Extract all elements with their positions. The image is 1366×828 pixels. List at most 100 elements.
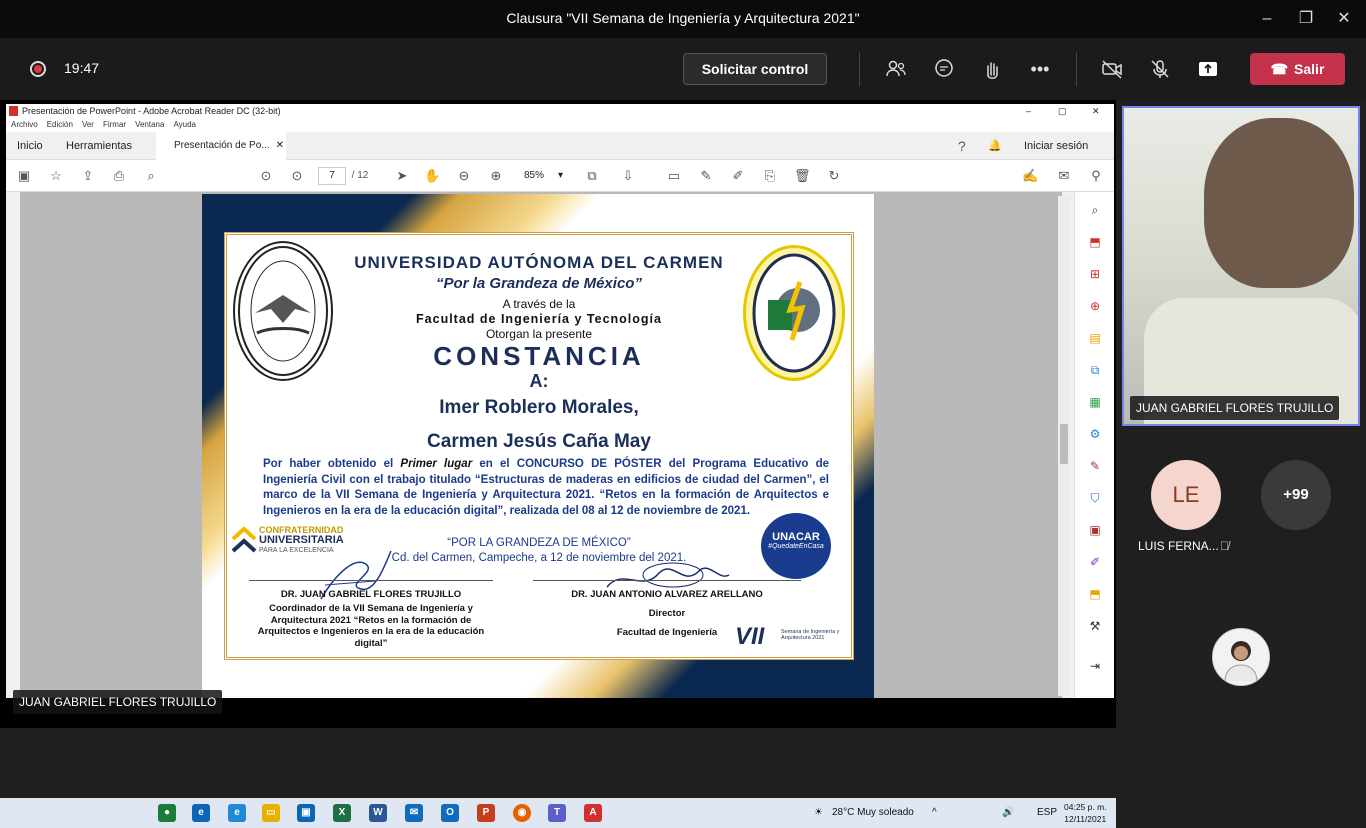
prepare-form-icon[interactable]: ✐ [1087,554,1103,570]
self-view-avatar[interactable] [1212,628,1270,686]
menu-archivo[interactable]: Archivo [11,120,38,129]
participants-icon[interactable] [884,58,908,82]
collapse-pane-icon[interactable]: ⇥ [1087,658,1103,674]
taskbar-firefox-icon[interactable]: ◉ [513,804,531,822]
bell-icon[interactable]: 🔔 [988,132,1002,160]
menu-firmar[interactable]: Firmar [103,120,126,129]
prev-page-icon[interactable]: ⊙ [258,168,274,184]
send-comments-icon[interactable]: ⬒ [1087,586,1103,602]
signature-line-1 [249,580,493,581]
draw-icon[interactable]: ✐ [730,168,746,184]
page-number-input[interactable]: 7 [318,167,346,185]
comment-pane-icon[interactable]: ▤ [1087,330,1103,346]
search-icon[interactable]: ⌕ [1087,202,1103,218]
taskbar-acrobat-icon[interactable]: A [584,804,602,822]
fill-sign-icon[interactable]: ✎ [1087,458,1103,474]
camera-off-icon[interactable] [1100,58,1124,82]
chevron-logo-icon [231,526,257,553]
create-pdf-icon[interactable]: ⊞ [1087,266,1103,282]
taskbar-edge-icon[interactable]: e [192,804,210,822]
request-control-button[interactable]: Solicitar control [683,53,827,85]
tab-herramientas[interactable]: Herramientas [66,132,132,160]
language-indicator[interactable]: ESP [1037,798,1057,828]
taskbar-word-icon[interactable]: W [369,804,387,822]
delete-icon[interactable]: 🗑 [794,168,811,184]
edit-pdf-icon[interactable]: ⊕ [1087,298,1103,314]
raise-hand-icon[interactable] [980,58,1004,82]
taskbar-powerpoint-icon[interactable]: P [477,804,495,822]
protect-icon[interactable]: ⛉ [1087,490,1103,506]
taskbar-app-icon[interactable]: ● [158,804,176,822]
signin-link[interactable]: Iniciar sesión [1024,132,1088,160]
zoom-select[interactable]: 85% ▾ [514,167,563,185]
stamp-icon[interactable]: ⎘ [762,168,778,184]
tray-expand-icon[interactable]: ^ [932,798,937,828]
meeting-title: Clausura "VII Semana de Ingeniería y Arq… [506,10,860,26]
scrollbar-thumb[interactable] [1060,424,1068,464]
fit-page-icon[interactable]: ⧉ [584,168,600,184]
weather-text[interactable]: 28°C Muy soleado [832,798,914,828]
maximize-icon[interactable]: ❐ [1295,8,1317,30]
acrobat-minimize-icon[interactable]: – [1026,104,1031,118]
zoom-in-icon[interactable]: ⊕ [488,168,504,184]
help-icon[interactable]: ? [958,132,966,160]
taskbar-mail-icon[interactable]: ✉ [405,804,423,822]
chat-icon[interactable] [932,58,956,82]
through-text: A través de la [502,297,576,311]
menu-ayuda[interactable]: Ayuda [173,120,196,129]
redact-icon[interactable]: ▣ [1087,522,1103,538]
combine-icon[interactable]: ⧉ [1087,362,1103,378]
tab-inicio[interactable]: Inicio [17,132,43,160]
highlight-icon[interactable]: ✎ [698,168,714,184]
close-icon[interactable]: ✕ [1333,8,1355,30]
certificate-text: Por haber obtenido el Primer lugar en el… [263,457,829,519]
document-scrollbar[interactable] [1058,196,1070,696]
menu-ventana[interactable]: Ventana [135,120,164,129]
leave-button[interactable]: ☎ Salir [1250,53,1345,85]
taskbar-ie-icon[interactable]: e [228,804,246,822]
next-page-icon[interactable]: ⊙ [289,168,305,184]
volume-icon[interactable]: 🔊 [1002,798,1014,828]
email-icon[interactable]: ✉ [1056,168,1072,184]
tab-close-icon[interactable]: ✕ [276,140,284,151]
taskbar-explorer-icon[interactable]: ▭ [262,804,280,822]
print-icon[interactable]: ⎙ [111,168,127,184]
menu-ver[interactable]: Ver [82,120,94,129]
weather-icon: ☀ [814,807,823,818]
more-tools-icon[interactable]: ⚒ [1087,618,1103,634]
signer-2-role: Director [648,608,686,619]
clock[interactable]: 04:25 p. m. 12/11/2021 [1064,801,1107,825]
tab-document[interactable]: Presentación de Po... ✕ [156,132,286,160]
scroll-mode-icon[interactable]: ⇩ [620,168,636,184]
taskbar-excel-icon[interactable]: X [333,804,351,822]
more-actions-icon[interactable]: ••• [1028,58,1052,82]
acrobat-maximize-icon[interactable]: ▢ [1058,104,1067,118]
star-icon[interactable]: ☆ [48,168,64,184]
participant-avatar[interactable]: LE [1151,460,1221,530]
taskbar-store-icon[interactable]: ▣ [297,804,315,822]
scan-icon[interactable]: ⚙ [1087,426,1103,442]
menu-edicion[interactable]: Edición [47,120,73,129]
taskbar-teams-icon[interactable]: T [548,804,566,822]
faculty-name: Facultad de Ingeniería y Tecnología [416,312,662,326]
sharer-name-badge: JUAN GABRIEL FLORES TRUJILLO [13,690,223,714]
search-people-icon[interactable]: ⚲ [1088,168,1104,184]
zoom-out-icon[interactable]: ⊖ [456,168,472,184]
save-icon[interactable]: ▣ [16,168,32,184]
export-pdf-icon[interactable]: ⬒ [1087,234,1103,250]
upload-icon[interactable]: ⇪ [80,168,96,184]
sign-icon[interactable]: ✍ [1022,168,1038,184]
acrobat-close-icon[interactable]: ✕ [1092,104,1100,118]
minimize-icon[interactable]: – [1256,8,1278,30]
select-cursor-icon[interactable]: ➤ [394,168,410,184]
comment-icon[interactable]: ▭ [666,168,682,184]
more-participants-button[interactable]: +99 [1261,460,1331,530]
zoom-search-icon[interactable]: ⌕ [143,168,159,184]
share-screen-icon[interactable] [1196,58,1220,82]
taskbar-outlook-icon[interactable]: O [441,804,459,822]
organize-icon[interactable]: ▦ [1087,394,1103,410]
mic-off-icon[interactable] [1148,58,1172,82]
presenter-video[interactable]: JUAN GABRIEL FLORES TRUJILLO [1122,106,1360,426]
hand-tool-icon[interactable]: ✋ [424,168,440,184]
rotate-icon[interactable]: ↻ [826,168,842,184]
